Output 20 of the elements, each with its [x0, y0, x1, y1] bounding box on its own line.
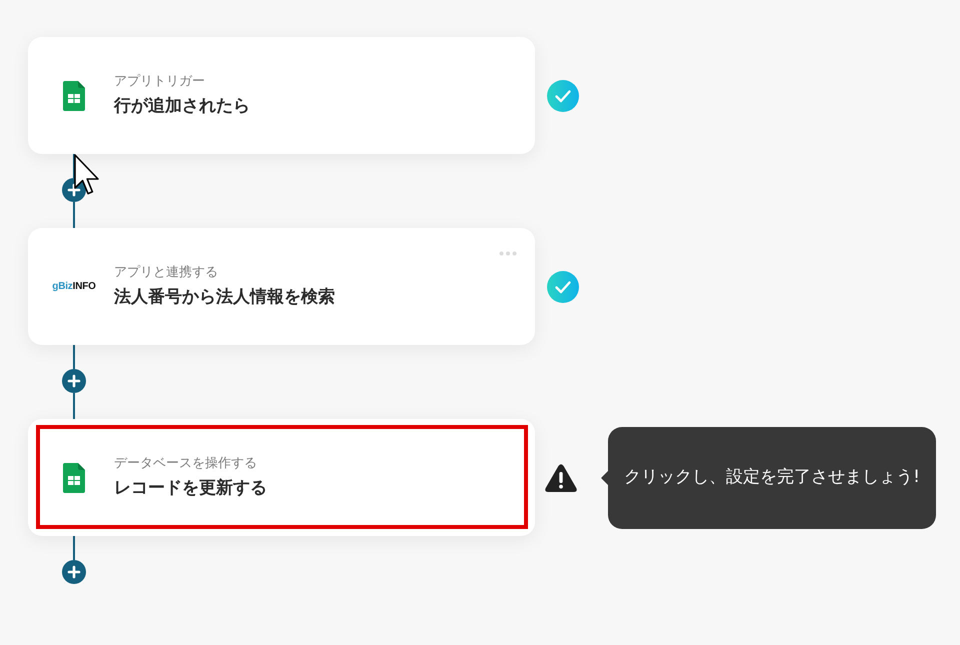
step-title: 法人番号から法人情報を検索 — [114, 286, 335, 309]
step-title: 行が追加されたら — [114, 95, 250, 118]
step-title: レコードを更新する — [114, 477, 267, 500]
add-step-icon[interactable] — [62, 560, 86, 584]
cursor-icon — [74, 154, 100, 196]
step-card[interactable]: gBizINFO アプリと連携する 法人番号から法人情報を検索 — [28, 228, 535, 345]
spreadsheet-icon — [63, 462, 85, 492]
step-category: アプリトリガー — [114, 73, 206, 91]
step-card[interactable]: データベースを操作する レコードを更新する — [28, 419, 535, 536]
step-category: アプリと連携する — [114, 264, 219, 282]
add-step-icon[interactable] — [62, 369, 86, 393]
step-card[interactable]: アプリトリガー 行が追加されたら — [28, 37, 535, 154]
step-category: データベースを操作する — [114, 455, 258, 473]
connector-line — [73, 345, 75, 369]
connector-line — [73, 393, 75, 419]
spreadsheet-icon — [63, 80, 85, 110]
app-logo: gBizINFO — [52, 280, 96, 292]
tooltip-text: クリックし、設定を完了させましょう! — [624, 466, 920, 489]
connector-line — [73, 202, 75, 228]
connector-line — [73, 536, 75, 560]
